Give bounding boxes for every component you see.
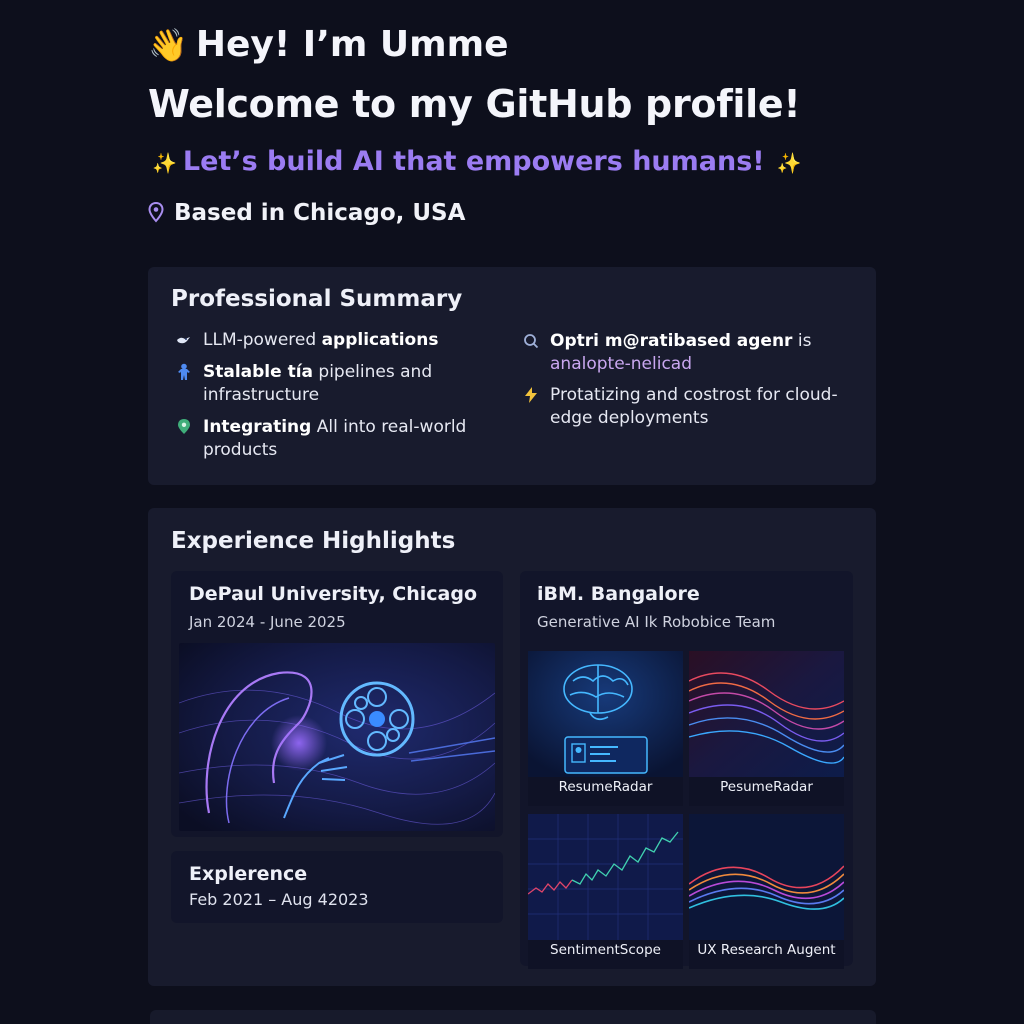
summary-item-strong: applications — [321, 330, 439, 350]
summary-item-strong: Optri m@ratibased agenr — [550, 331, 793, 351]
experience-dates: Jan 2024 - June 2025 — [189, 613, 346, 631]
location-pin-icon — [148, 202, 164, 223]
experience-card-ibm[interactable]: iBM. Bangalore Generative AI Ik Robobice… — [520, 571, 853, 969]
experience-title: Experience Highlights — [171, 528, 456, 554]
person-icon — [175, 363, 193, 381]
search-icon — [522, 332, 540, 350]
location-text: Based in Chicago, USA — [174, 200, 466, 226]
summary-item: Stalable tía pipelines and infrastructur… — [175, 361, 475, 407]
profile-page: 👋 Hey! I’m Umme Welcome to my GitHub prof… — [0, 0, 1024, 1024]
summary-item: Optri m@ratibased agenr is analopte-nelic… — [522, 330, 852, 376]
abstract-waves-thumbnail — [689, 651, 844, 777]
project-tile[interactable]: UX Research Augent — [689, 814, 844, 969]
research-waves-thumbnail — [689, 814, 844, 940]
brain-resume-thumbnail — [528, 651, 683, 777]
welcome-heading: Welcome to my GitHub profile! — [148, 82, 801, 126]
greeting-text: Hey! I’m Umme — [195, 24, 509, 65]
summary-item: Protatizing and costrost for cloud-edge … — [522, 384, 842, 430]
summary-item: LLM-powered applications — [175, 329, 475, 352]
project-label: PesumeRadar — [720, 779, 813, 795]
project-tile[interactable]: PesumeRadar — [689, 651, 844, 806]
project-label: SentimentScope — [550, 942, 661, 958]
sentiment-chart-thumbnail — [528, 814, 683, 940]
experience-dates: Feb 2021 – Aug 42023 — [189, 890, 369, 909]
experience-card-2[interactable]: Explerence Feb 2021 – Aug 42023 — [171, 851, 503, 923]
experience-highlights-card: Experience Highlights DePaul University,… — [148, 508, 876, 986]
sparkle-icon: ✨ — [152, 151, 177, 175]
summary-item-sub: analopte-nelicad — [550, 354, 693, 374]
project-label: UX Research Augent — [697, 942, 836, 958]
experience-org: DePaul University, Chicago — [189, 583, 478, 605]
project-tile[interactable]: ResumeRadar — [528, 651, 683, 806]
location-line: Based in Chicago, USA — [148, 200, 465, 226]
tagline: ✨ Let’s build AI that empowers humans! ✨ — [152, 146, 802, 177]
waving-hand-icon: 👋 — [148, 26, 188, 64]
professional-summary-card: Professional Summary LLM-powered applica… — [148, 267, 876, 485]
experience-org: Explerence — [189, 863, 308, 885]
sparkle-icon: ✨ — [776, 151, 802, 175]
experience-team: Generative AI Ik Robobice Team — [537, 613, 776, 631]
summary-item-rest: is — [792, 331, 812, 351]
summary-title: Professional Summary — [171, 286, 463, 312]
summary-item-strong: Stalable tía — [203, 362, 314, 382]
project-tile[interactable]: SentimentScope — [528, 814, 683, 969]
summary-item-prefix: LLM-powered — [203, 330, 322, 350]
lightning-icon — [522, 386, 540, 404]
bird-icon — [175, 331, 193, 349]
summary-item: Integrating All into real-world products — [175, 416, 475, 462]
pin-icon — [175, 418, 193, 436]
summary-item-strong: Integrating — [203, 417, 312, 437]
ai-illustration-image — [179, 643, 495, 831]
experience-card-depaul[interactable]: DePaul University, Chicago Jan 2024 - Ju… — [171, 571, 503, 837]
greeting-heading: 👋 Hey! I’m Umme — [148, 24, 509, 65]
summary-item-rest: Protatizing and costrost for cloud-edge … — [550, 385, 838, 428]
project-label: ResumeRadar — [558, 779, 653, 795]
next-section-card — [150, 1010, 876, 1024]
tagline-text: Let’s build AI that empowers humans! — [182, 146, 765, 177]
experience-org: iBM. Bangalore — [537, 583, 700, 605]
